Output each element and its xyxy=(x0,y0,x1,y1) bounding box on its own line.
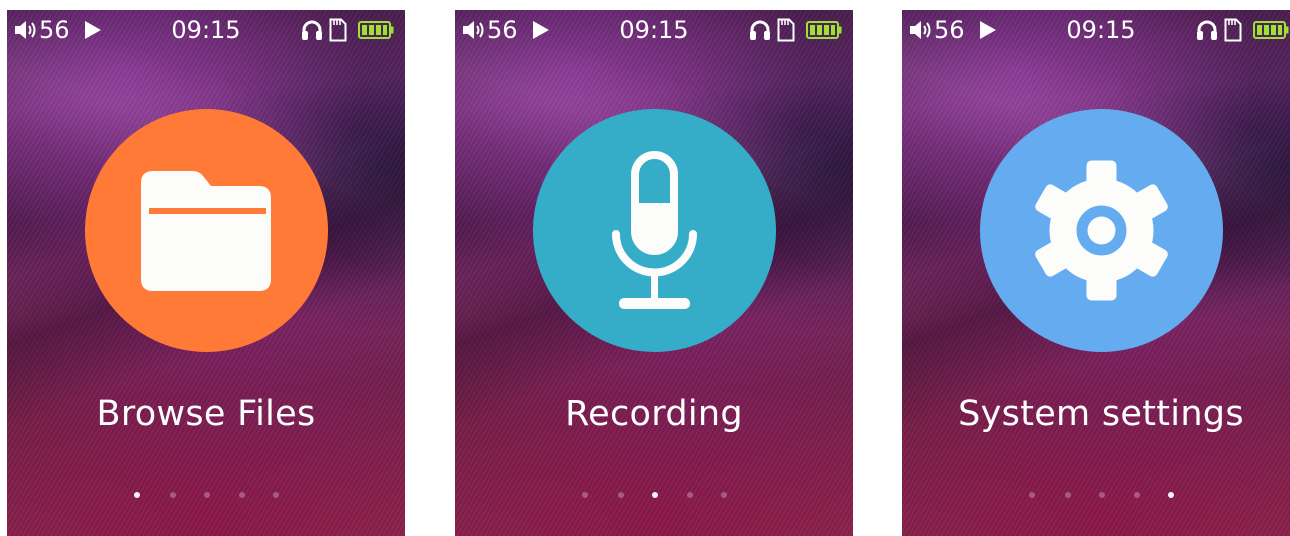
app-label: Browse Files xyxy=(96,394,316,434)
clock: 09:15 xyxy=(619,16,689,44)
device-screen-browse-files: 56 09:15 Browse Files xyxy=(7,10,405,536)
folder-icon xyxy=(141,171,271,291)
speaker-icon xyxy=(463,21,484,39)
device-screen-recording: 56 09:15 Recording xyxy=(455,10,853,536)
app-label: System settings xyxy=(958,394,1244,434)
recording-button[interactable] xyxy=(533,109,776,352)
page-dot xyxy=(1134,492,1140,498)
page-indicator xyxy=(7,490,405,500)
status-bar: 56 09:15 xyxy=(455,10,853,50)
sd-card-icon xyxy=(777,18,795,42)
status-bar: 56 09:15 xyxy=(902,10,1290,50)
microphone-icon xyxy=(612,151,697,309)
page-dot-active xyxy=(652,492,658,498)
volume-level: 56 xyxy=(934,16,965,44)
volume-level: 56 xyxy=(39,16,70,44)
page-dot xyxy=(273,492,279,498)
app-label: Recording xyxy=(565,394,743,434)
page-indicator xyxy=(902,490,1290,500)
sd-card-icon xyxy=(329,18,347,42)
page-dot xyxy=(239,492,245,498)
battery-icon xyxy=(1253,21,1289,39)
battery-icon xyxy=(358,21,394,39)
browse-files-button[interactable] xyxy=(85,109,328,352)
play-icon xyxy=(85,21,101,39)
page-dot xyxy=(618,492,624,498)
clock: 09:15 xyxy=(171,16,241,44)
clock: 09:15 xyxy=(1066,16,1136,44)
status-bar: 56 09:15 xyxy=(7,10,405,50)
headphones-icon xyxy=(750,20,770,40)
volume-level: 56 xyxy=(487,16,518,44)
speaker-icon xyxy=(910,21,931,39)
page-dot xyxy=(170,492,176,498)
page-dot xyxy=(582,492,588,498)
play-icon xyxy=(533,21,549,39)
page-dot xyxy=(1099,492,1105,498)
page-dot xyxy=(1029,492,1035,498)
device-screen-system-settings: 56 09:15 System settings xyxy=(902,10,1290,536)
play-icon xyxy=(980,21,996,39)
speaker-icon xyxy=(15,21,36,39)
page-dot-active xyxy=(1168,492,1174,498)
page-dot xyxy=(687,492,693,498)
headphones-icon xyxy=(1197,20,1217,40)
page-dot xyxy=(721,492,727,498)
screenshot-strip: 56 09:15 Browse Files 56 09:15 Recording… xyxy=(0,0,1290,536)
battery-icon xyxy=(806,21,842,39)
page-dot xyxy=(204,492,210,498)
headphones-icon xyxy=(302,20,322,40)
system-settings-button[interactable] xyxy=(980,109,1223,352)
page-indicator xyxy=(455,490,853,500)
sd-card-icon xyxy=(1224,18,1242,42)
gear-icon xyxy=(1035,160,1168,301)
page-dot xyxy=(1065,492,1071,498)
page-dot-active xyxy=(134,492,140,498)
